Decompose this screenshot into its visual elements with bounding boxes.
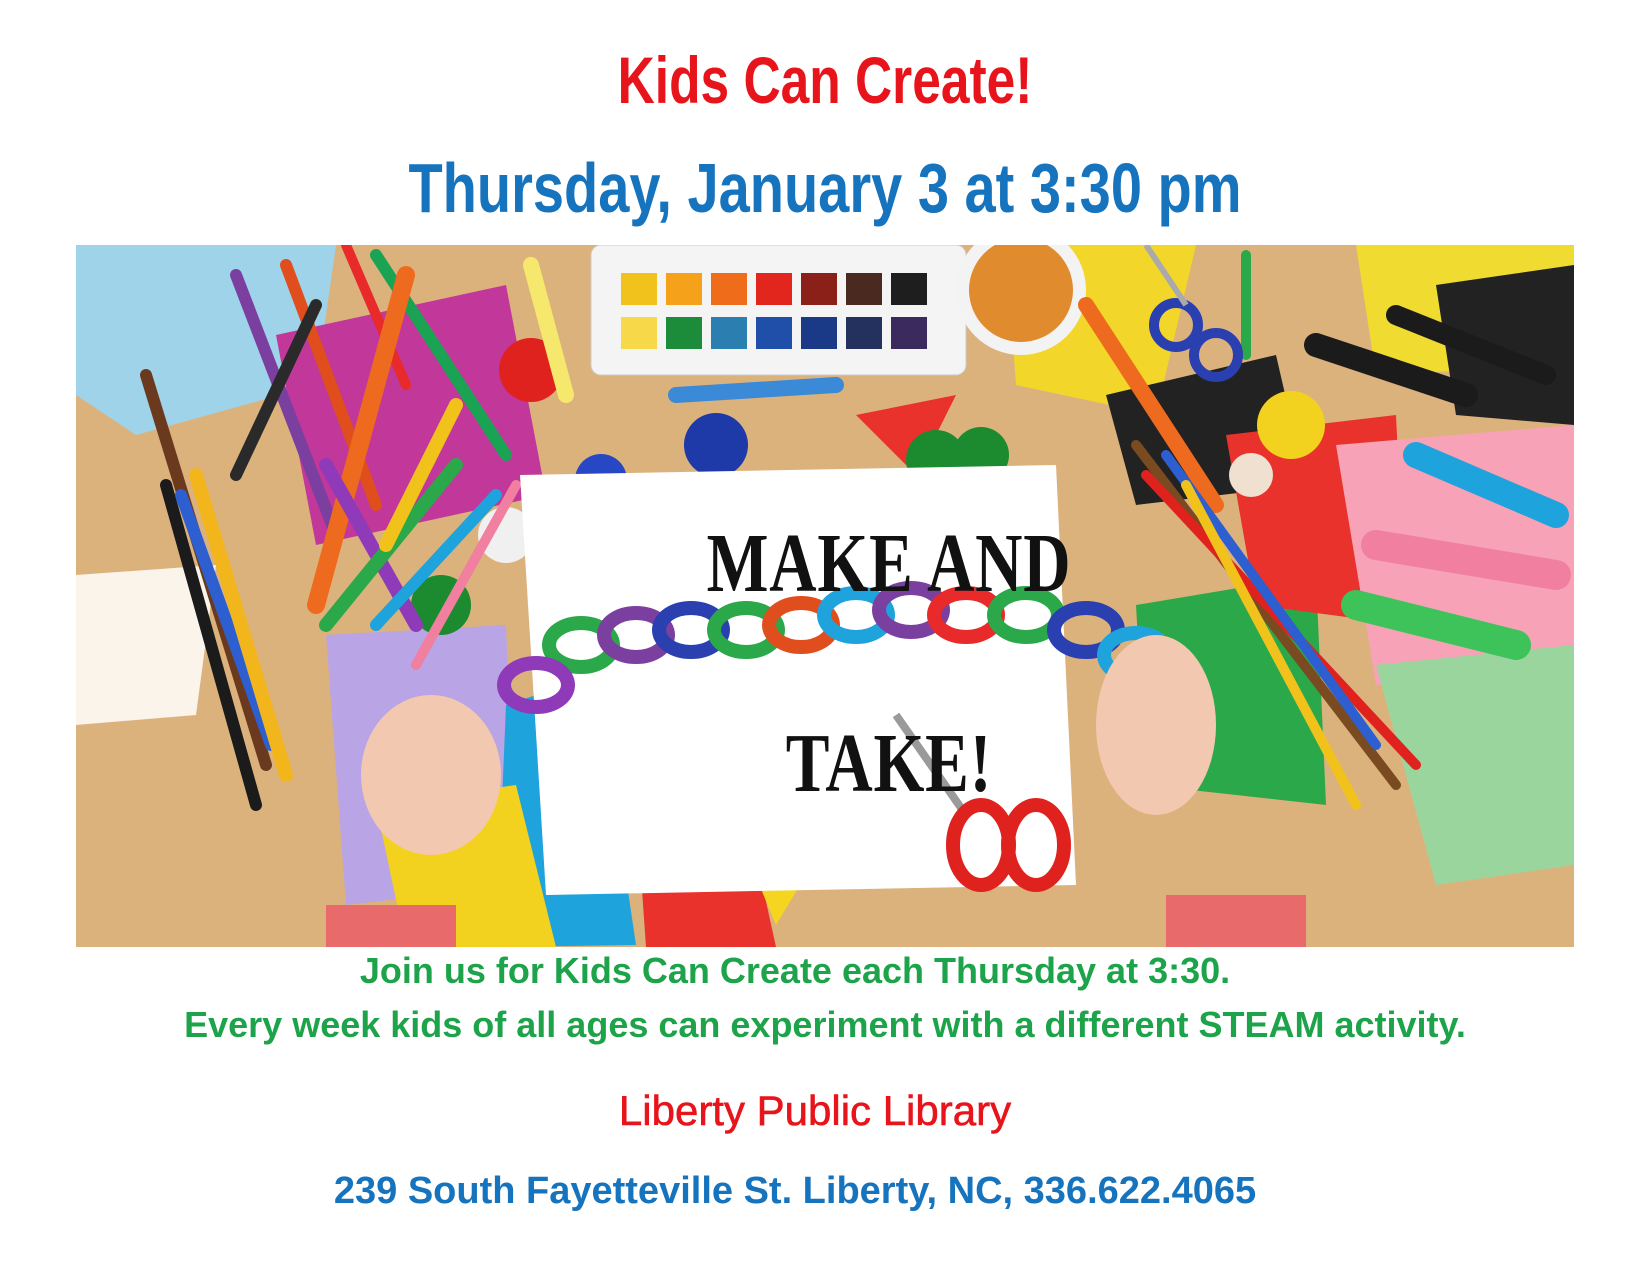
- description-line1: Join us for Kids Can Create each Thursda…: [359, 950, 1231, 991]
- craft-photo: MAKE AND TAKE!: [76, 245, 1574, 947]
- library-address: 239 South Fayetteville St. Liberty, NC, …: [333, 1170, 1257, 1212]
- library-name: Liberty Public Library: [618, 1087, 1012, 1135]
- overlay-text-line2: TAKE!: [785, 717, 993, 810]
- event-datetime: Thursday, January 3 at 3:30 pm: [408, 149, 1242, 227]
- flyer-title: Kids Can Create!: [617, 43, 1033, 117]
- description-line2: Every week kids of all ages can experime…: [184, 1004, 1466, 1045]
- overlay-text-line1: MAKE AND: [706, 517, 1072, 610]
